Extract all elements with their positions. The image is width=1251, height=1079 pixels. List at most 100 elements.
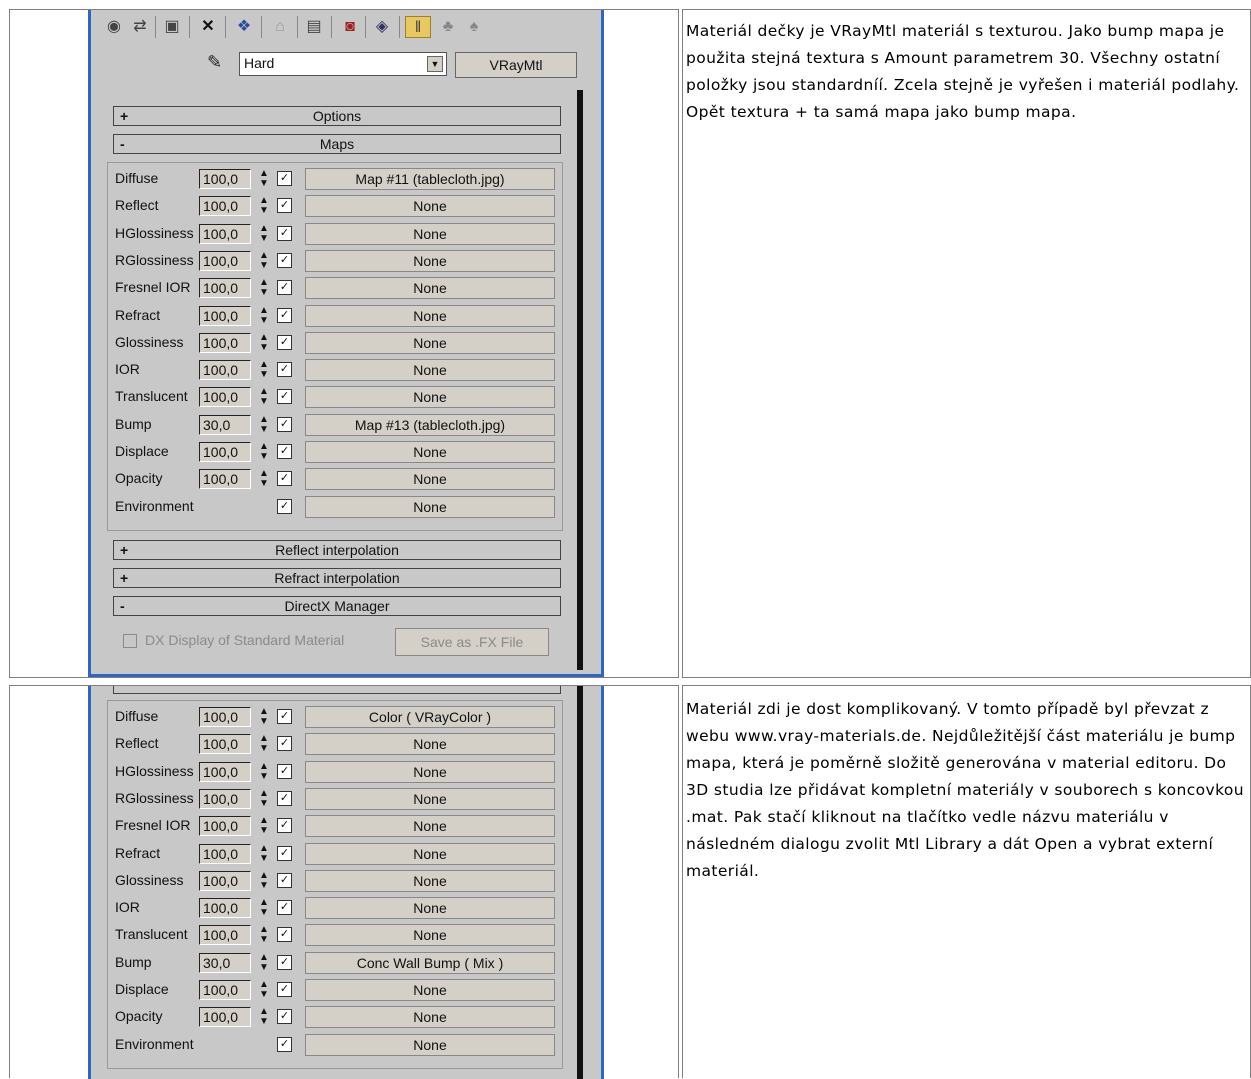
spinner-icon[interactable]: ▲ ▼ — [259, 925, 269, 945]
map-enable-checkbox[interactable]: ✓ — [277, 927, 292, 943]
rollout-toggle-icon[interactable]: + — [120, 569, 128, 587]
map-amount-field[interactable]: 100,0 — [199, 707, 251, 727]
map-slot-button[interactable]: Map #13 (tablecloth.jpg) — [305, 413, 555, 436]
map-enable-checkbox[interactable]: ✓ — [277, 709, 292, 724]
map-slot-button[interactable]: None — [305, 304, 555, 327]
show-map-icon[interactable]: ◙ — [339, 16, 361, 38]
spinner-icon[interactable]: ▲ ▼ — [259, 816, 269, 836]
map-amount-field[interactable]: 100,0 — [199, 332, 251, 353]
spinner-icon[interactable]: ▲ ▼ — [259, 469, 269, 489]
delete-icon[interactable]: ✕ — [197, 16, 219, 38]
get-material-icon[interactable]: ◉ — [103, 16, 125, 38]
map-slot-button[interactable]: Map #11 (tablecloth.jpg) — [305, 168, 555, 190]
map-amount-field[interactable]: 100,0 — [199, 387, 251, 408]
spinner-icon[interactable]: ▲ ▼ — [259, 196, 269, 216]
rollout-header[interactable]: + Refract interpolation — [113, 568, 561, 588]
map-slot-button[interactable]: None — [305, 222, 555, 245]
map-slot-button[interactable]: None — [305, 386, 555, 409]
map-slot-button[interactable]: None — [305, 842, 555, 865]
spinner-icon[interactable]: ▲ ▼ — [259, 788, 269, 809]
spinner-icon[interactable]: ▲ ▼ — [259, 278, 269, 298]
rollout-scrollbar[interactable] — [577, 90, 583, 670]
map-slot-button[interactable]: None — [305, 869, 555, 892]
rollout-toggle-icon[interactable]: - — [120, 597, 125, 615]
map-slot-button[interactable]: None — [305, 468, 555, 491]
spinner-icon[interactable]: ▲ ▼ — [259, 387, 269, 407]
spinner-icon[interactable]: ▲ ▼ — [259, 980, 269, 1000]
map-enable-checkbox[interactable]: ✓ — [277, 362, 292, 378]
map-enable-checkbox[interactable]: ✓ — [277, 471, 292, 487]
map-slot-button[interactable]: None — [305, 441, 555, 463]
map-amount-field[interactable]: 100,0 — [199, 925, 251, 946]
map-slot-button[interactable]: None — [305, 1006, 555, 1029]
map-amount-field[interactable]: 100,0 — [199, 734, 251, 755]
map-amount-field[interactable]: 100,0 — [199, 360, 251, 381]
map-slot-button[interactable]: None — [305, 897, 555, 920]
make-unique-icon[interactable]: ❖ — [233, 16, 255, 38]
map-slot-button[interactable]: None — [305, 733, 555, 756]
rollout-header[interactable]: + Options — [113, 106, 561, 126]
map-enable-checkbox[interactable]: ✓ — [277, 171, 292, 186]
map-slot-button[interactable]: None — [305, 924, 555, 947]
rollout-toggle-icon[interactable]: - — [120, 135, 125, 153]
map-enable-checkbox[interactable]: ✓ — [277, 1036, 292, 1052]
map-enable-checkbox[interactable]: ✓ — [277, 818, 292, 834]
spinner-icon[interactable]: ▲ ▼ — [259, 761, 269, 782]
map-enable-checkbox[interactable]: ✓ — [277, 498, 292, 514]
map-enable-checkbox[interactable]: ✓ — [277, 225, 292, 241]
rollout-scrollbar[interactable] — [577, 686, 583, 1079]
spinner-icon[interactable]: ▲ ▼ — [259, 332, 269, 353]
map-amount-field[interactable]: 30,0 — [199, 414, 251, 435]
rollout-header[interactable]: - DirectX Manager — [113, 596, 561, 616]
map-enable-checkbox[interactable]: ✓ — [277, 252, 292, 268]
map-enable-checkbox[interactable]: ✓ — [277, 444, 292, 459]
spinner-icon[interactable]: ▲ ▼ — [259, 870, 269, 891]
map-amount-field[interactable]: 100,0 — [199, 442, 251, 462]
map-slot-button[interactable]: None — [305, 495, 555, 518]
material-type-button[interactable]: VRayMtl — [455, 52, 577, 78]
map-amount-field[interactable]: 100,0 — [199, 469, 251, 490]
map-amount-field[interactable]: 30,0 — [199, 952, 251, 973]
map-slot-button[interactable]: None — [305, 359, 555, 382]
map-slot-button[interactable]: None — [305, 979, 555, 1001]
eyedropper-icon[interactable]: ✎ — [207, 52, 222, 73]
go-to-parent-icon[interactable]: ‖ — [405, 16, 431, 38]
go-forward-icon[interactable]: ♣ — [437, 16, 459, 38]
spinner-icon[interactable]: ▲ ▼ — [259, 414, 269, 435]
save-fx-file-button[interactable]: Save as .FX File — [395, 628, 549, 656]
spinner-icon[interactable]: ▲ ▼ — [259, 250, 269, 271]
spinner-icon[interactable]: ▲ ▼ — [259, 734, 269, 754]
map-enable-checkbox[interactable]: ✓ — [277, 1009, 292, 1025]
map-slot-button[interactable]: None — [305, 815, 555, 838]
dx-display-checkbox[interactable] — [123, 634, 137, 648]
map-slot-button[interactable]: None — [305, 249, 555, 272]
map-amount-field[interactable]: 100,0 — [199, 250, 251, 271]
map-enable-checkbox[interactable]: ✓ — [277, 416, 292, 432]
map-amount-field[interactable]: 100,0 — [199, 223, 251, 244]
map-amount-field[interactable]: 100,0 — [199, 843, 251, 864]
map-slot-button[interactable]: None — [305, 760, 555, 783]
map-amount-field[interactable]: 100,0 — [199, 980, 251, 1000]
map-amount-field[interactable]: 100,0 — [199, 816, 251, 837]
map-amount-field[interactable]: 100,0 — [199, 1007, 251, 1028]
map-enable-checkbox[interactable]: ✓ — [277, 307, 292, 323]
spinner-icon[interactable]: ▲ ▼ — [259, 169, 269, 189]
map-amount-field[interactable]: 100,0 — [199, 169, 251, 189]
map-enable-checkbox[interactable]: ✓ — [277, 280, 292, 296]
map-amount-field[interactable]: 100,0 — [199, 870, 251, 891]
map-enable-checkbox[interactable]: ✓ — [277, 900, 292, 916]
map-amount-field[interactable]: 100,0 — [199, 788, 251, 809]
spinner-icon[interactable]: ▲ ▼ — [259, 843, 269, 864]
map-enable-checkbox[interactable]: ✓ — [277, 334, 292, 350]
map-enable-checkbox[interactable]: ✓ — [277, 763, 292, 779]
material-effects-icon[interactable]: ▤ — [303, 16, 325, 38]
spinner-icon[interactable]: ▲ ▼ — [259, 952, 269, 973]
map-amount-field[interactable]: 100,0 — [199, 278, 251, 299]
rollout-header[interactable]: + Reflect interpolation — [113, 540, 561, 560]
map-amount-field[interactable]: 100,0 — [199, 305, 251, 326]
map-enable-checkbox[interactable]: ✓ — [277, 736, 292, 752]
map-enable-checkbox[interactable]: ✓ — [277, 872, 292, 888]
map-amount-field[interactable]: 100,0 — [199, 761, 251, 782]
map-enable-checkbox[interactable]: ✓ — [277, 389, 292, 405]
map-amount-field[interactable]: 100,0 — [199, 196, 251, 217]
